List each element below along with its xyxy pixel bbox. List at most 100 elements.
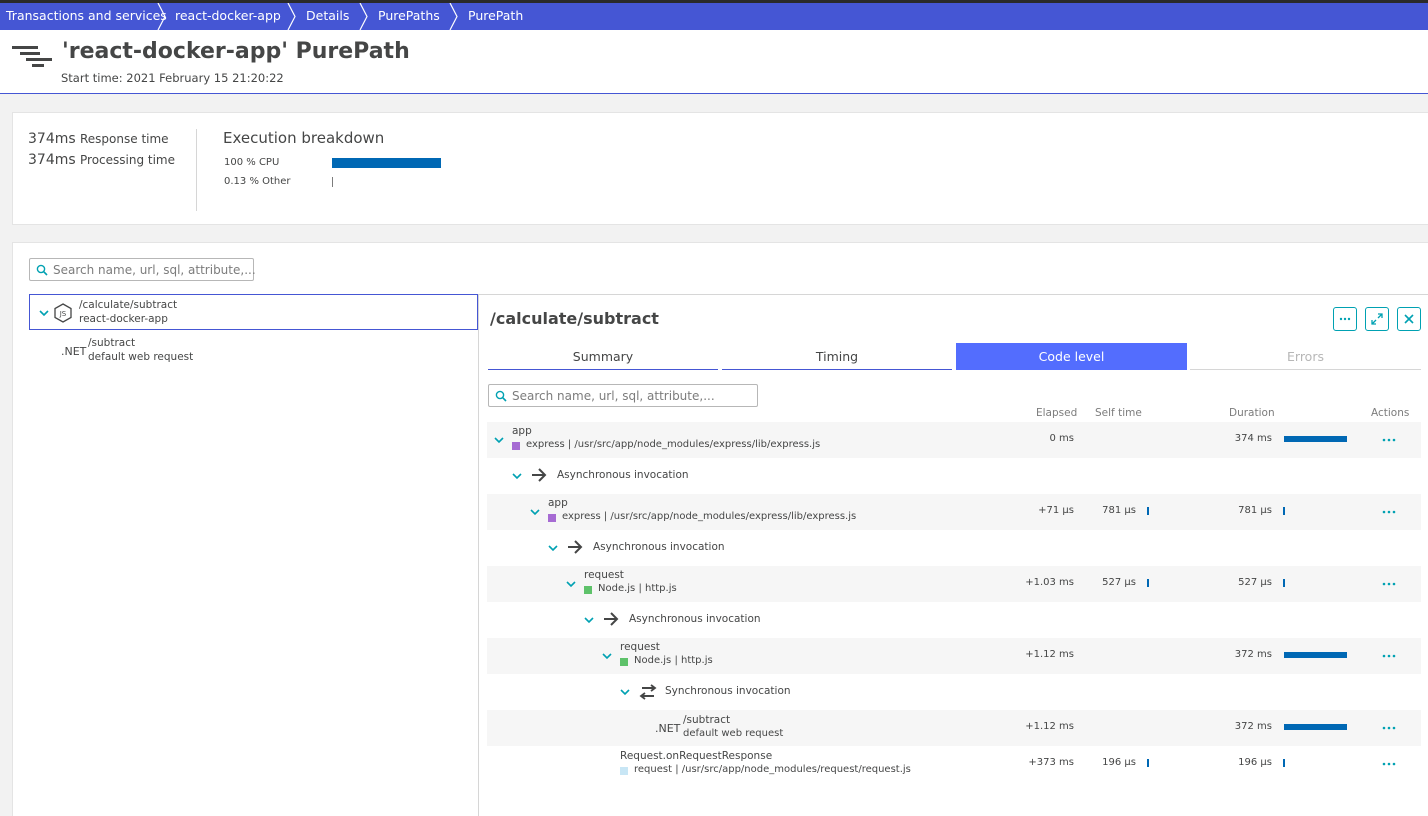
- breakdown-other-label: 0.13 % Other: [224, 176, 291, 187]
- column-self-time: Self time: [1095, 407, 1142, 419]
- chevron-down-icon[interactable]: [547, 542, 559, 554]
- tree-child-sub: default web request: [88, 351, 194, 363]
- chevron-down-icon[interactable]: [565, 578, 577, 590]
- tab-errors: Errors: [1190, 343, 1421, 370]
- duration-bar: [1284, 436, 1347, 442]
- invocation-label: Asynchronous invocation: [629, 613, 761, 625]
- detail-top-rule: [478, 294, 1428, 295]
- column-elapsed: Elapsed: [1036, 407, 1078, 419]
- nodejs-icon: JS: [54, 303, 72, 323]
- breadcrumb-details[interactable]: Details: [306, 3, 349, 30]
- type-square: [620, 658, 628, 666]
- search-icon: [495, 390, 507, 402]
- breakdown-other-bar: [332, 177, 333, 187]
- tab-timing[interactable]: Timing: [722, 343, 952, 370]
- code-row[interactable]: Asynchronous invocation: [487, 602, 1421, 638]
- duration-bar: [1283, 759, 1285, 767]
- column-actions: Actions: [1371, 407, 1410, 419]
- summary-divider: [196, 129, 197, 211]
- more-options-button[interactable]: [1333, 307, 1357, 331]
- tree-node-root[interactable]: JS /calculate/subtract react-docker-app: [29, 294, 478, 330]
- chevron-down-icon[interactable]: [529, 506, 541, 518]
- duration-bar: [1283, 579, 1285, 587]
- code-row-elapsed: +1.12 ms: [1025, 649, 1074, 660]
- code-row-elapsed: +71 µs: [1038, 505, 1074, 516]
- code-row-name: app: [512, 425, 532, 437]
- more-icon[interactable]: [1382, 654, 1396, 658]
- code-row-elapsed: +373 ms: [1028, 757, 1074, 768]
- code-row-sub: Node.js | http.js: [634, 655, 713, 666]
- code-row-sub: Node.js | http.js: [598, 583, 677, 594]
- summary-panel: 374ms Response time 374ms Processing tim…: [12, 112, 1428, 225]
- code-row-name: Request.onRequestResponse: [620, 750, 773, 762]
- purepath-panel: Search name, url, sql, attribute,... JS …: [12, 242, 1428, 816]
- breadcrumb-service[interactable]: react-docker-app: [175, 3, 281, 30]
- code-row-self-time: 527 µs: [1102, 577, 1136, 588]
- more-icon[interactable]: [1382, 726, 1396, 730]
- more-icon[interactable]: [1382, 762, 1396, 766]
- code-row-name: request: [620, 641, 660, 653]
- expand-icon: [1371, 313, 1383, 325]
- breakdown-cpu-bar: [332, 158, 441, 168]
- more-icon[interactable]: [1382, 510, 1396, 514]
- code-row[interactable]: Request.onRequestResponse request | /usr…: [487, 746, 1421, 782]
- code-search-input[interactable]: Search name, url, sql, attribute,...: [488, 384, 758, 407]
- tab-code-level[interactable]: Code level: [956, 343, 1187, 370]
- chevron-down-icon[interactable]: [511, 470, 523, 482]
- breadcrumb-transactions[interactable]: Transactions and services: [6, 3, 167, 30]
- processing-time-value: 374ms: [28, 152, 76, 168]
- code-row-duration: 374 ms: [1234, 433, 1272, 444]
- breadcrumb-purepaths[interactable]: PurePaths: [378, 3, 440, 30]
- tree-node-child[interactable]: .NET /subtract default web request: [29, 332, 478, 368]
- invocation-label: Synchronous invocation: [665, 685, 791, 697]
- invocation-label: Asynchronous invocation: [593, 541, 725, 553]
- duration-bar: [1283, 507, 1285, 515]
- dotnet-badge: .NET: [655, 722, 681, 735]
- tab-summary[interactable]: Summary: [488, 343, 718, 370]
- close-button[interactable]: [1397, 307, 1421, 331]
- start-time: Start time: 2021 February 15 21:20:22: [61, 71, 284, 85]
- code-row-self-time: 196 µs: [1102, 757, 1136, 768]
- code-row-sub: express | /usr/src/app/node_modules/expr…: [562, 511, 857, 522]
- chevron-down-icon[interactable]: [493, 434, 505, 446]
- page-header: 'react-docker-app' PurePath Start time: …: [0, 30, 1428, 94]
- chevron-down-icon[interactable]: [619, 686, 631, 698]
- breadcrumb: Transactions and services react-docker-a…: [0, 3, 1428, 30]
- more-icon: [1339, 317, 1351, 321]
- more-icon[interactable]: [1382, 582, 1396, 586]
- code-row[interactable]: request Node.js | http.js +1.03 ms 527 µ…: [487, 566, 1421, 602]
- code-row[interactable]: app express | /usr/src/app/node_modules/…: [487, 422, 1421, 458]
- duration-bar: [1284, 652, 1347, 658]
- response-time-label: Response time: [80, 132, 169, 146]
- more-icon[interactable]: [1382, 438, 1396, 442]
- type-square: [548, 514, 556, 522]
- expand-button[interactable]: [1365, 307, 1389, 331]
- tree-root-name: /calculate/subtract: [79, 299, 178, 311]
- code-row[interactable]: Synchronous invocation: [487, 674, 1421, 710]
- code-row-name: /subtract: [683, 714, 731, 726]
- sync-arrows-icon: [639, 684, 657, 700]
- code-row[interactable]: .NET /subtract default web request +1.12…: [487, 710, 1421, 746]
- column-duration: Duration: [1229, 407, 1275, 419]
- svg-text:JS: JS: [59, 310, 67, 318]
- page-title: 'react-docker-app' PurePath: [62, 39, 410, 64]
- self-time-bar: [1147, 759, 1149, 767]
- tree-search-input[interactable]: Search name, url, sql, attribute,...: [29, 258, 256, 281]
- async-arrow-icon: [604, 612, 619, 626]
- chevron-down-icon[interactable]: [583, 614, 595, 626]
- code-row-sub: request | /usr/src/app/node_modules/requ…: [634, 764, 911, 775]
- code-row[interactable]: Asynchronous invocation: [487, 530, 1421, 566]
- tree-search-placeholder: Search name, url, sql, attribute,...: [53, 263, 256, 277]
- code-row[interactable]: Asynchronous invocation: [487, 458, 1421, 494]
- type-square: [620, 767, 628, 775]
- breadcrumb-purepath: PurePath: [468, 8, 524, 23]
- code-row[interactable]: app express | /usr/src/app/node_modules/…: [487, 494, 1421, 530]
- chevron-down-icon[interactable]: [38, 307, 50, 319]
- async-arrow-icon: [568, 540, 583, 554]
- code-row-sub: express | /usr/src/app/node_modules/expr…: [526, 439, 821, 450]
- code-row-duration: 372 ms: [1234, 721, 1272, 732]
- code-row[interactable]: request Node.js | http.js +1.12 ms 372 m…: [487, 638, 1421, 674]
- self-time-bar: [1147, 579, 1149, 587]
- code-row-elapsed: +1.03 ms: [1025, 577, 1074, 588]
- chevron-down-icon[interactable]: [601, 650, 613, 662]
